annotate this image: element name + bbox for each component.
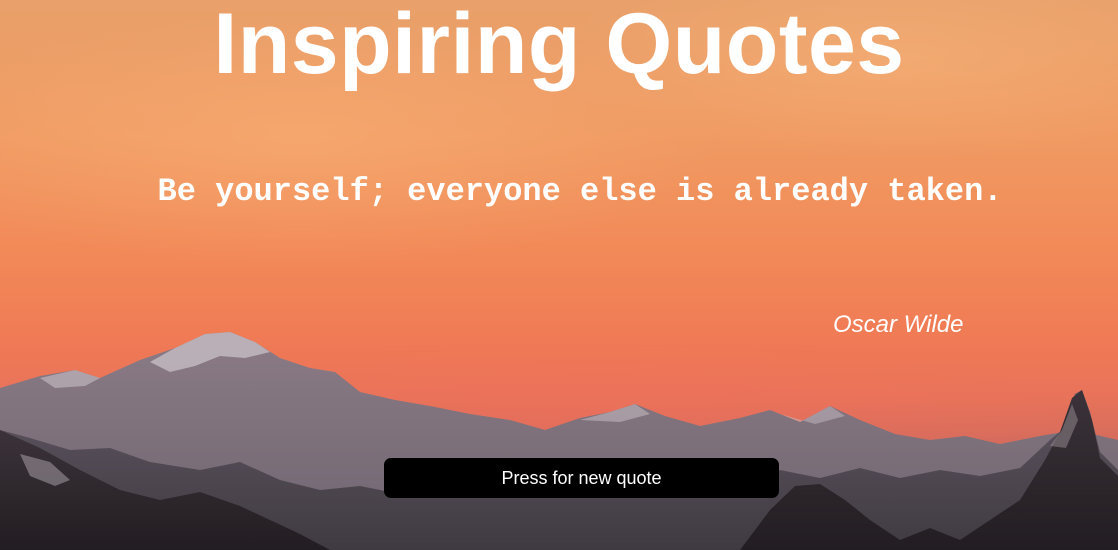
quote-author: Oscar Wilde	[833, 311, 964, 338]
page-title: Inspiring Quotes	[213, 0, 905, 92]
quote-text: Be yourself; everyone else is already ta…	[157, 173, 1003, 210]
new-quote-button[interactable]: Press for new quote	[384, 458, 779, 498]
